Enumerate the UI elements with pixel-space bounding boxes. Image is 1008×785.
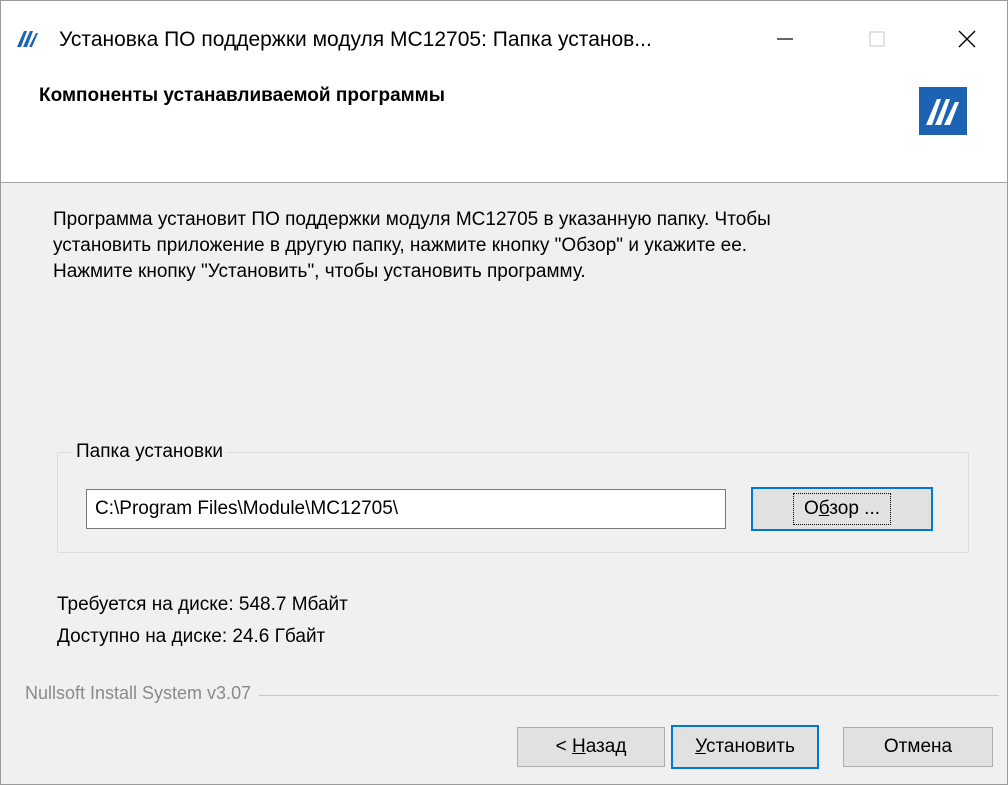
installer-window: Установка ПО поддержки модуля МС12705: П… — [0, 0, 1008, 785]
description-text: Программа установит ПО поддержки модуля … — [53, 207, 933, 285]
description-line: Программа установит ПО поддержки модуля … — [53, 209, 771, 230]
install-button[interactable]: Установить — [671, 725, 819, 769]
page-title: Компоненты устанавливаемой программы — [39, 85, 445, 106]
window-title: Установка ПО поддержки модуля МС12705: П… — [59, 28, 652, 51]
minimize-icon — [775, 29, 795, 49]
disk-space-available: Доступно на диске: 24.6 Гбайт — [57, 626, 326, 647]
cancel-button[interactable]: Отмена — [843, 727, 993, 767]
install-path-input[interactable] — [86, 489, 726, 529]
install-folder-label: Папка установки — [72, 440, 228, 464]
branding-text: Nullsoft Install System v3.07 — [25, 683, 260, 704]
maximize-icon — [867, 29, 887, 49]
close-button[interactable] — [939, 15, 995, 63]
back-button-label: < Назад — [555, 736, 627, 757]
description-line: установить приложение в другую папку, на… — [53, 235, 748, 256]
disk-space-required: Требуется на диске: 548.7 Мбайт — [57, 594, 348, 615]
title-bar[interactable]: Установка ПО поддержки модуля МС12705: П… — [1, 1, 1007, 67]
cancel-button-label: Отмена — [883, 736, 953, 757]
description-line: Нажмите кнопку "Установить", чтобы устан… — [53, 261, 586, 282]
close-icon — [956, 28, 978, 50]
header-banner: Компоненты устанавливаемой программы — [1, 67, 1007, 183]
back-button[interactable]: < Назад — [517, 727, 665, 767]
browse-button-label: Обзор ... — [793, 493, 891, 525]
nsis-m-logo-icon — [919, 87, 967, 135]
browse-button[interactable]: Обзор ... — [751, 487, 933, 531]
nsis-m-logo-icon — [15, 27, 39, 51]
maximize-button[interactable] — [849, 15, 905, 63]
minimize-button[interactable] — [757, 15, 813, 63]
install-button-label: Установить — [695, 736, 795, 757]
